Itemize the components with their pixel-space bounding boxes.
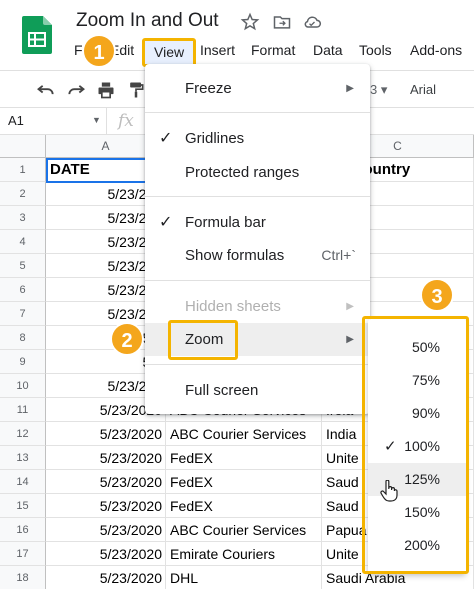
row-number[interactable]: 4 [0,230,46,254]
menu-divider [145,364,370,365]
menu-item-full-screen[interactable]: Full screen [145,374,370,407]
paint-format-icon[interactable] [126,80,146,100]
fx-icon: fx [118,111,134,131]
view-menu-dropdown: Freeze ▶ ✓ Gridlines Protected ranges ✓ … [145,64,370,414]
zoom-option-label: 90% [411,405,440,421]
sheets-logo-icon[interactable] [22,16,52,54]
zoom-option-100[interactable]: ✓ 100% [368,430,466,463]
undo-icon[interactable] [36,80,56,100]
menu-addons[interactable]: Add-ons [410,42,462,58]
keyboard-shortcut: Ctrl+` [321,247,356,263]
name-box-value: A1 [8,113,24,128]
row-number[interactable]: 16 [0,518,46,542]
cell-courier[interactable]: ABC Courier Services [166,518,322,542]
step-callout-2: 2 [110,322,144,356]
cell-date[interactable]: 5/23/2020 [46,542,166,566]
menu-item-label: Gridlines [185,130,245,147]
font-family-dropdown[interactable]: Arial [410,82,436,97]
cell-date[interactable]: 5/23/2020 [46,470,166,494]
document-title[interactable]: Zoom In and Out [76,10,219,32]
checkmark-icon: ✓ [384,438,397,455]
row-number[interactable]: 13 [0,446,46,470]
checkmark-icon: ✓ [159,130,173,147]
row-number[interactable]: 1 [0,158,46,182]
menu-item-gridlines[interactable]: ✓ Gridlines [145,122,370,155]
cell-date[interactable]: 5/23/2020 [46,422,166,446]
zoom-option-90[interactable]: 90% [368,397,466,430]
menu-item-freeze[interactable]: Freeze ▶ [145,72,370,105]
cell-courier[interactable]: FedEX [166,470,322,494]
menu-item-label: Full screen [185,382,259,399]
zoom-option-label: 150% [404,504,440,520]
cell-courier[interactable]: ABC Courier Services [166,422,322,446]
menu-divider [145,196,370,197]
submenu-arrow-icon: ▶ [346,83,354,94]
zoom-option-200[interactable]: 200% [368,529,466,562]
menu-item-hidden-sheets: Hidden sheets ▶ [145,290,370,323]
cell-courier[interactable]: FedEX [166,494,322,518]
row-number[interactable]: 9 [0,350,46,374]
menu-divider [145,112,370,113]
row-number[interactable]: 8 [0,326,46,350]
zoom-highlight-box [168,320,238,360]
cell-courier[interactable]: Emirate Couriers [166,542,322,566]
row-number[interactable]: 14 [0,470,46,494]
row-number[interactable]: 18 [0,566,46,589]
cell-date[interactable]: 5/23/2020 [46,566,166,589]
checkmark-icon: ✓ [159,214,173,231]
menu-item-protected-ranges[interactable]: Protected ranges [145,156,370,189]
font-size-dropdown[interactable]: 3 ▾ [370,82,387,98]
zoom-submenu: 50% 75% 90% ✓ 100% 125% 150% 200% [368,319,466,574]
menu-tools[interactable]: Tools [359,42,392,58]
menu-view[interactable]: View [142,38,197,67]
row-number[interactable]: 2 [0,182,46,206]
cell-date[interactable]: 5/23/2020 [46,446,166,470]
submenu-arrow-icon: ▶ [346,301,354,312]
menu-item-label: Hidden sheets [185,298,281,315]
row-number[interactable]: 6 [0,278,46,302]
menu-item-label: Protected ranges [185,164,300,181]
menu-format[interactable]: Format [251,42,295,58]
cell-courier[interactable]: FedEX [166,446,322,470]
row-number[interactable]: 7 [0,302,46,326]
row-number[interactable]: 15 [0,494,46,518]
row-number[interactable]: 5 [0,254,46,278]
name-box-dropdown-icon[interactable]: ▼ [92,115,101,125]
row-number[interactable]: 12 [0,422,46,446]
zoom-option-label: 100% [404,438,440,454]
cloud-status-icon[interactable] [302,12,322,32]
menu-item-label: Formula bar [185,214,266,231]
zoom-option-75[interactable]: 75% [368,364,466,397]
redo-icon[interactable] [66,80,86,100]
menu-item-show-formulas[interactable]: Show formulas Ctrl+` [145,239,370,272]
menu-divider [145,280,370,281]
app-header: Zoom In and Out F Edit View Insert Forma… [0,0,474,67]
step-callout-3: 3 [420,278,454,312]
step-callout-1: 1 [82,34,116,68]
zoom-option-label: 75% [411,372,440,388]
hand-cursor-icon [380,480,398,502]
zoom-option-label: 50% [411,339,440,355]
zoom-option-label: 125% [404,471,440,487]
menu-item-label: Freeze [185,80,232,97]
cell-courier[interactable]: DHL [166,566,322,589]
zoom-option-label: 200% [404,537,440,553]
menu-item-label: Show formulas [185,247,285,264]
submenu-arrow-icon: ▶ [346,334,354,345]
cell-date[interactable]: 5/23/2020 [46,518,166,542]
menu-insert[interactable]: Insert [200,42,235,58]
menu-data[interactable]: Data [313,42,343,58]
name-box[interactable]: A1 [0,108,107,134]
row-number[interactable]: 17 [0,542,46,566]
star-icon[interactable] [240,12,260,32]
row-number[interactable]: 3 [0,206,46,230]
print-icon[interactable] [96,80,116,100]
cell-date[interactable]: 5/23/2020 [46,494,166,518]
zoom-option-50[interactable]: 50% [368,331,466,364]
menu-item-formula-bar[interactable]: ✓ Formula bar [145,206,370,239]
move-to-folder-icon[interactable] [272,12,292,32]
select-all-corner[interactable] [0,135,46,158]
row-number[interactable]: 11 [0,398,46,422]
row-number[interactable]: 10 [0,374,46,398]
